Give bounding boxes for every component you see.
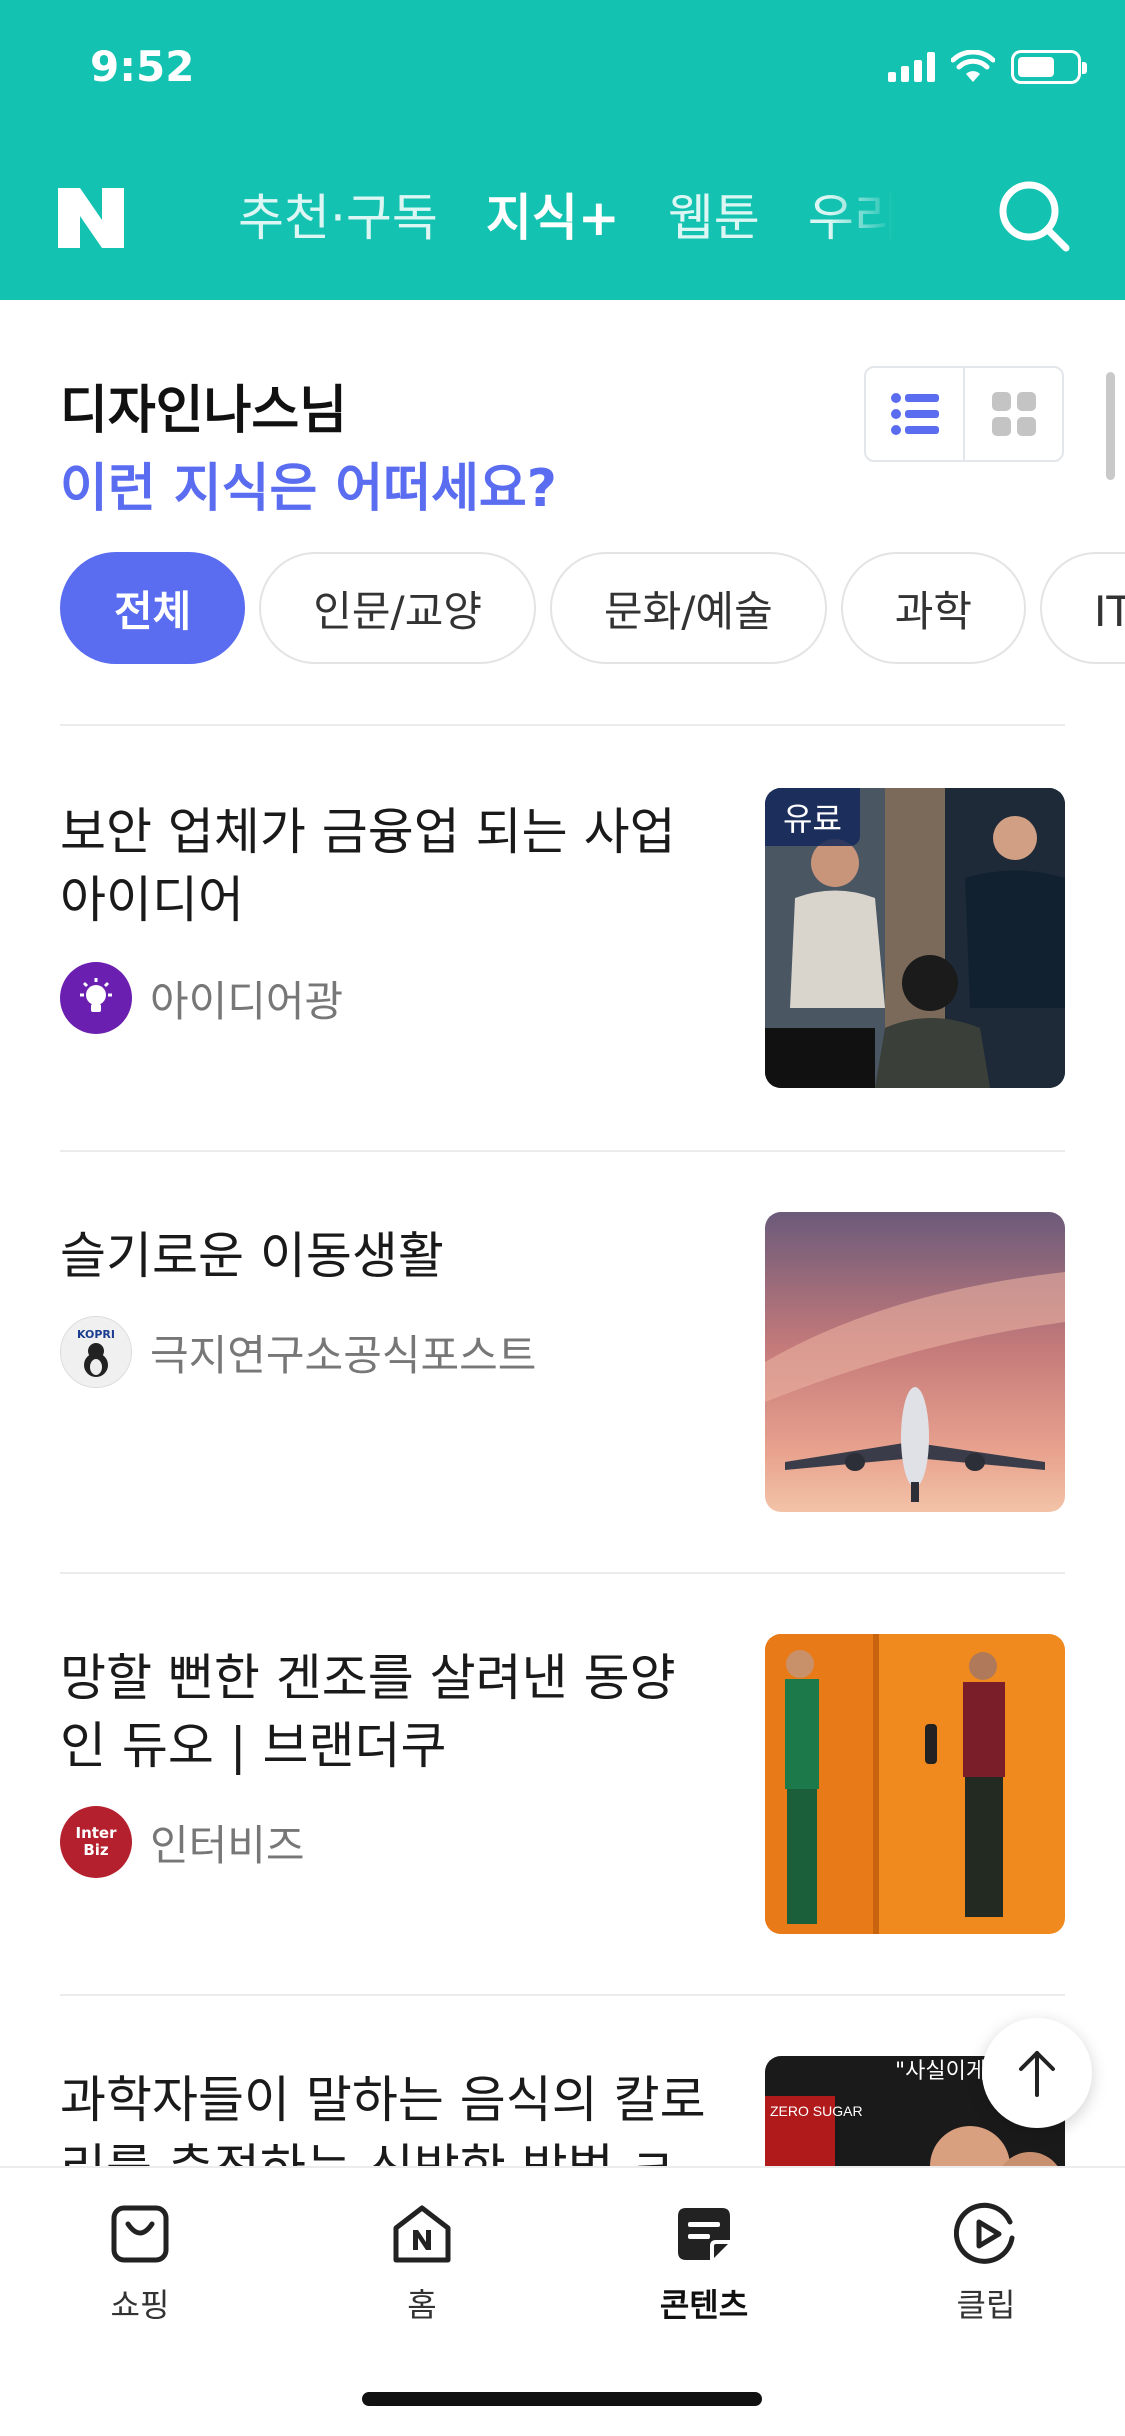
- runway-image: [765, 1634, 1065, 1934]
- status-icons: [888, 50, 1087, 84]
- contents-icon: [678, 2208, 730, 2260]
- article-source[interactable]: Inter Biz 인터비즈: [60, 1806, 305, 1878]
- shopping-bag-icon: [111, 2205, 169, 2263]
- tab-recommend[interactable]: 추천·구독: [238, 178, 438, 258]
- avatar-text: Inter Biz: [75, 1824, 117, 1859]
- chip-all[interactable]: 전체: [60, 552, 246, 664]
- cellular-signal-icon: [888, 52, 935, 82]
- nav-label: 클립: [956, 2286, 1016, 2324]
- arrow-up-icon: [1019, 2051, 1055, 2097]
- nav-label: 콘텐츠: [659, 2286, 749, 2324]
- article-thumbnail[interactable]: [765, 1634, 1065, 1934]
- nav-label: 홈: [407, 2286, 437, 2324]
- category-chips: 전체 인문/교양 문화/예술 과학 IT/테: [60, 552, 1125, 664]
- home-indicator: [362, 2392, 762, 2406]
- nav-contents[interactable]: 콘텐츠: [624, 2202, 784, 2326]
- nav-home[interactable]: 홈: [342, 2202, 502, 2326]
- home-icon: [393, 2205, 451, 2263]
- divider: [60, 724, 1065, 726]
- greeting-title: 디자인나스님: [60, 381, 348, 441]
- app-header: 9:52 추천·구독 지식+ 웹툰 우리동: [0, 0, 1125, 300]
- article-title[interactable]: 망할 뻔한 겐조를 살려낸 동양인 듀오 | 브랜더쿠: [60, 1644, 720, 1780]
- source-name: 극지연구소공식포스트: [150, 1330, 537, 1380]
- tab-fade: [830, 170, 920, 270]
- nav-clip[interactable]: 클립: [906, 2202, 1066, 2326]
- grid-view-icon: [991, 392, 1036, 436]
- grid-view-button[interactable]: [965, 368, 1062, 460]
- tab-knowledge[interactable]: 지식+: [486, 178, 620, 258]
- divider: [60, 1994, 1065, 1996]
- article-thumbnail[interactable]: 유료: [765, 788, 1065, 1088]
- scroll-indicator: [1106, 372, 1115, 480]
- divider: [60, 1150, 1065, 1152]
- kopri-avatar: KOPRI: [60, 1316, 132, 1388]
- tab-webtoon[interactable]: 웹툰: [668, 178, 760, 258]
- chip-culture-art[interactable]: 문화/예술: [550, 552, 827, 664]
- wifi-icon: [951, 50, 995, 82]
- article-title[interactable]: 슬기로운 이동생활: [60, 1222, 720, 1290]
- article-title[interactable]: 보안 업체가 금융업 되는 사업 아이디어: [60, 798, 720, 934]
- nav-shopping[interactable]: 쇼핑: [60, 2202, 220, 2326]
- article-item[interactable]: 망할 뻔한 겐조를 살려낸 동양인 듀오 | 브랜더쿠 Inter Biz 인터…: [60, 1634, 1065, 1934]
- interbiz-avatar: Inter Biz: [60, 1806, 132, 1878]
- source-name: 인터비즈: [150, 1820, 305, 1870]
- clip-icon: [954, 2202, 1015, 2264]
- airplane-image: [765, 1212, 1065, 1512]
- list-view-icon: [890, 393, 939, 435]
- article-thumbnail[interactable]: [765, 1212, 1065, 1512]
- thumb-sub-text: ZERO SUGAR: [770, 2103, 863, 2119]
- top-nav-tabs: 추천·구독 지식+ 웹툰 우리동: [238, 178, 898, 258]
- recommend-subtitle: 이런 지식은 어떠세요?: [60, 459, 557, 519]
- chip-it-tech[interactable]: IT/테: [1040, 552, 1125, 664]
- lightbulb-icon: [60, 962, 132, 1034]
- view-toggle: [864, 366, 1064, 462]
- article-source[interactable]: KOPRI 극지연구소공식포스트: [60, 1316, 536, 1388]
- search-icon[interactable]: [996, 178, 1072, 254]
- paid-badge: 유료: [765, 788, 860, 846]
- source-name: 아이디어광: [150, 976, 344, 1026]
- divider: [60, 1572, 1065, 1574]
- avatar-text: KOPRI: [76, 1327, 115, 1341]
- article-item[interactable]: 슬기로운 이동생활 KOPRI 극지연구소공식포스트: [60, 1212, 1065, 1512]
- chip-humanities[interactable]: 인문/교양: [259, 552, 536, 664]
- battery-icon: [1011, 50, 1087, 84]
- chip-science[interactable]: 과학: [840, 552, 1026, 664]
- nav-label: 쇼핑: [110, 2286, 170, 2324]
- scroll-top-button[interactable]: [982, 2018, 1092, 2128]
- status-time: 9:52: [90, 42, 195, 91]
- naver-logo-icon[interactable]: [58, 188, 124, 248]
- list-view-button[interactable]: [866, 368, 965, 460]
- article-item[interactable]: 보안 업체가 금융업 되는 사업 아이디어 아이디어광 유료: [60, 788, 1065, 1088]
- article-source[interactable]: 아이디어광: [60, 962, 343, 1034]
